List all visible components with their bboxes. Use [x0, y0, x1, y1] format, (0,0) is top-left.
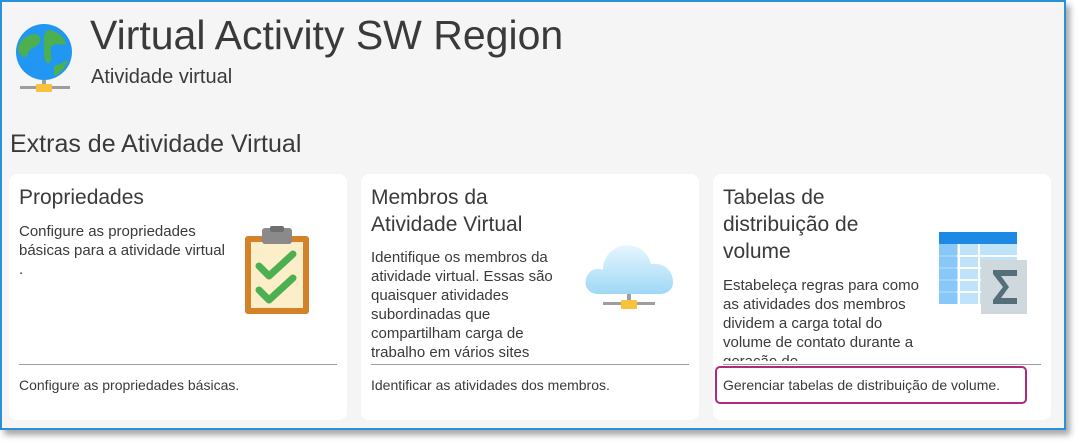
card-description: Configure as propriedades básicas para a… — [19, 223, 225, 278]
card-action-link[interactable]: Configure as propriedades básicas. — [19, 377, 239, 393]
card-virtual-activity-members[interactable]: Membros da Atividade Virtual Identifique… — [361, 174, 699, 420]
card-divider — [371, 364, 689, 365]
card-action-link[interactable]: Identificar as atividades dos membros. — [371, 377, 610, 393]
card-title: Propriedades — [19, 186, 144, 209]
cloud-network-icon — [585, 245, 673, 309]
card-properties[interactable]: Propriedades Configure as propriedades b… — [9, 174, 347, 420]
globe-network-icon — [16, 24, 72, 92]
card-title: Tabelas de distribuição de volume — [723, 186, 859, 263]
card-description: Identifique os membros da atividade virt… — [371, 249, 553, 361]
card-description: Estabeleça regras para como as atividade… — [723, 277, 919, 361]
card-title: Membros da Atividade Virtual — [371, 186, 523, 236]
window-frame: Virtual Activity SW Region Atividade vir… — [0, 0, 1066, 430]
table-sigma-icon — [939, 232, 1027, 314]
clipboard-checklist-icon — [245, 226, 309, 314]
page-title: Virtual Activity SW Region — [90, 12, 564, 58]
page-subtitle: Atividade virtual — [91, 66, 233, 88]
highlight-annotation — [715, 366, 1027, 404]
card-divider — [723, 364, 1041, 365]
card-divider — [19, 364, 337, 365]
section-title: Extras de Atividade Virtual — [10, 130, 302, 158]
